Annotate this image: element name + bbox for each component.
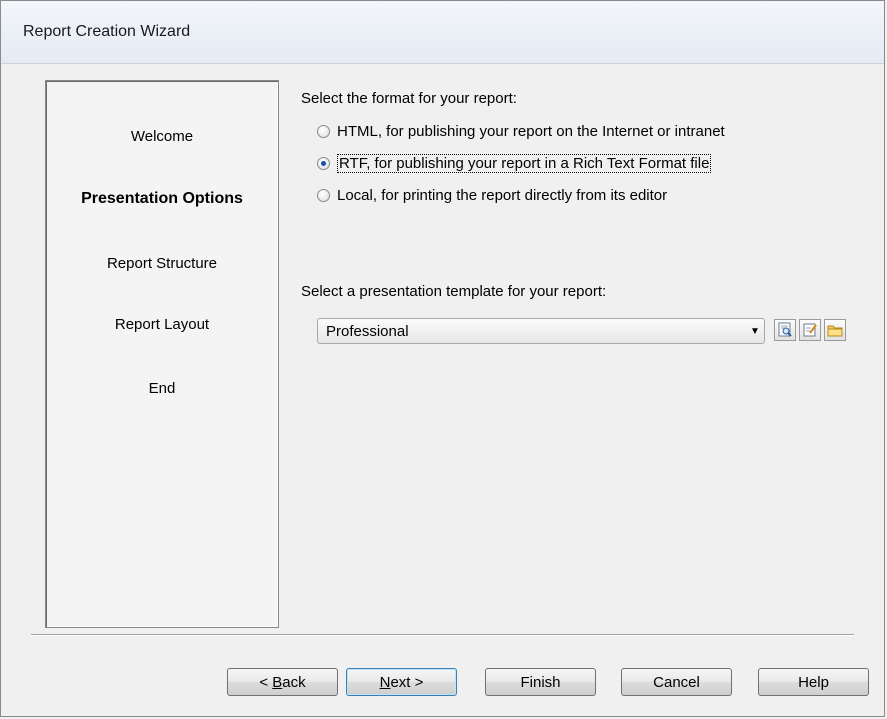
folder-icon <box>827 325 843 337</box>
template-select-value: Professional <box>326 322 409 340</box>
template-heading: Select a presentation template for your … <box>301 283 607 300</box>
finish-button[interactable]: Finish <box>485 668 596 696</box>
edit-icon <box>803 323 817 337</box>
radio-local-label: Local, for printing the report directly … <box>337 187 668 204</box>
next-button-rest: ext > <box>390 673 424 691</box>
window-title: Report Creation Wizard <box>23 23 191 40</box>
browse-template-button[interactable] <box>824 319 846 341</box>
back-button-rest: ack <box>282 673 306 691</box>
radio-local-button[interactable] <box>317 189 330 202</box>
step-report-layout: Report Layout <box>114 316 210 333</box>
radio-rtf[interactable]: RTF, for publishing your report in a Ric… <box>317 154 712 173</box>
step-welcome: Welcome <box>130 128 194 145</box>
back-button-prefix: < <box>259 673 273 691</box>
radio-html-button[interactable] <box>317 125 330 138</box>
template-select[interactable]: Professional ▼ <box>317 318 765 344</box>
title-bar: Report Creation Wizard <box>1 1 884 64</box>
radio-local[interactable]: Local, for printing the report directly … <box>317 187 667 204</box>
help-button[interactable]: Help <box>758 668 869 696</box>
radio-rtf-button[interactable] <box>317 157 330 170</box>
back-button[interactable]: < Back <box>227 668 338 696</box>
radio-html[interactable]: HTML, for publishing your report on the … <box>317 123 725 140</box>
wizard-window: Report Creation Wizard Welcome Presentat… <box>0 0 885 717</box>
cancel-button[interactable]: Cancel <box>621 668 732 696</box>
edit-template-button[interactable] <box>799 319 821 341</box>
step-end: End <box>148 380 176 397</box>
preview-icon <box>778 322 792 337</box>
chevron-down-icon[interactable]: ▼ <box>746 319 764 343</box>
steps-panel: Welcome Presentation Options Report Stru… <box>45 80 279 628</box>
next-button-accel: N <box>379 673 391 691</box>
footer-separator <box>31 634 854 636</box>
next-button[interactable]: Next > <box>346 668 457 696</box>
radio-rtf-label: RTF, for publishing your report in a Ric… <box>337 154 712 173</box>
format-heading: Select the format for your report: <box>301 90 517 107</box>
radio-html-label: HTML, for publishing your report on the … <box>337 123 725 140</box>
step-report-structure: Report Structure <box>106 255 218 272</box>
step-presentation-options: Presentation Options <box>81 190 243 207</box>
back-button-accel: B <box>272 673 283 691</box>
preview-template-button[interactable] <box>774 319 796 341</box>
